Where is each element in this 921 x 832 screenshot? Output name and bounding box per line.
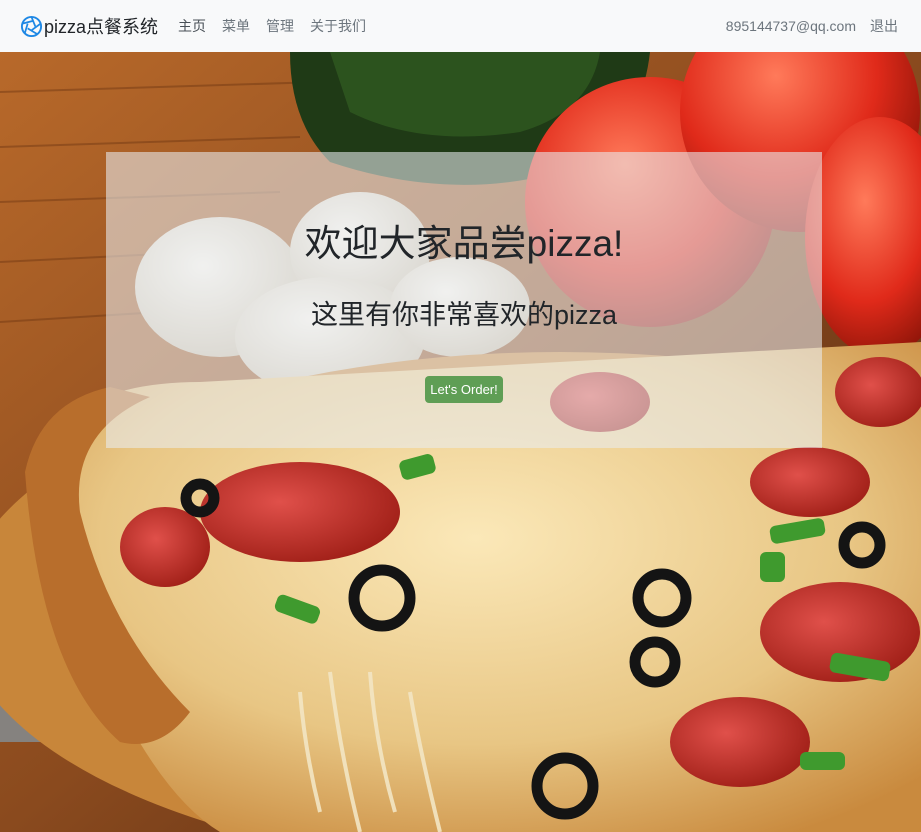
nav-user-area: 895144737@qq.com 退出 bbox=[719, 16, 905, 36]
aperture-logo-icon bbox=[20, 15, 43, 38]
logout-link[interactable]: 退出 bbox=[870, 16, 898, 36]
welcome-title: 欢迎大家品尝pizza! bbox=[304, 223, 624, 264]
nav-menu[interactable]: 菜单 bbox=[222, 16, 250, 36]
navbar: pizza点餐系统 主页 菜单 管理 关于我们 895144737@qq.com… bbox=[0, 0, 921, 52]
page: pizza点餐系统 主页 菜单 管理 关于我们 895144737@qq.com… bbox=[0, 0, 921, 832]
nav-about[interactable]: 关于我们 bbox=[310, 16, 366, 36]
brand-name: pizza点餐系统 bbox=[44, 17, 159, 37]
brand-link[interactable]: pizza点餐系统 bbox=[20, 13, 158, 39]
welcome-jumbotron: 欢迎大家品尝pizza! 这里有你非常喜欢的pizza Let's Order! bbox=[106, 152, 822, 448]
nav-links: 主页 菜单 管理 关于我们 bbox=[170, 16, 374, 36]
welcome-subtitle: 这里有你非常喜欢的pizza bbox=[310, 300, 618, 330]
user-email-link[interactable]: 895144737@qq.com bbox=[726, 18, 856, 34]
nav-admin[interactable]: 管理 bbox=[266, 16, 294, 36]
nav-home[interactable]: 主页 bbox=[178, 16, 206, 36]
lets-order-button[interactable]: Let's Order! bbox=[425, 376, 503, 403]
